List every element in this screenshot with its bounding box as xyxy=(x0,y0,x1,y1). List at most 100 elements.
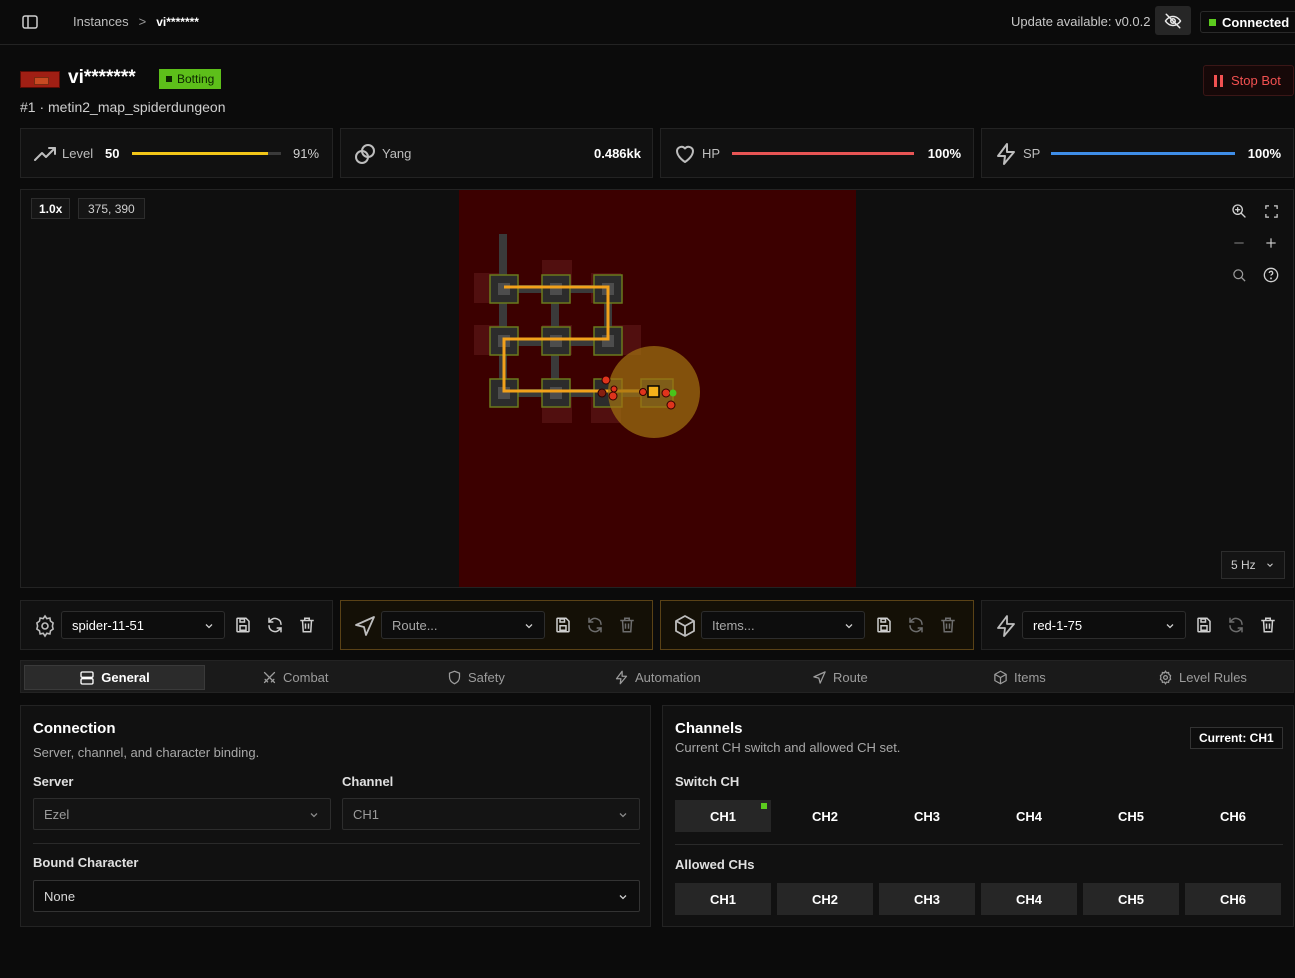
allowed-ch6-toggle[interactable]: CH6 xyxy=(1185,883,1281,915)
items-profile-bar: Items... xyxy=(660,600,974,650)
divider xyxy=(675,844,1283,845)
breadcrumb-separator: > xyxy=(138,14,147,29)
tab-general-label: General xyxy=(101,670,150,685)
search-icon xyxy=(1232,268,1246,282)
allowed-ch3-toggle[interactable]: CH3 xyxy=(879,883,975,915)
delete-level-rules-button[interactable] xyxy=(1259,616,1277,634)
instance-map-subtitle: #1 · metin2_map_spiderdungeon xyxy=(20,99,226,115)
level-rules-profile-value: red-1-75 xyxy=(1033,617,1083,633)
navigation-arrow-icon xyxy=(353,614,377,638)
switch-ch5-button[interactable]: CH5 xyxy=(1083,800,1179,832)
update-rate-select[interactable]: 5 Hz xyxy=(1221,551,1285,579)
save-route-button[interactable] xyxy=(554,616,572,634)
route-profile-bar: Route... xyxy=(340,600,653,650)
delete-items-button[interactable] xyxy=(939,616,957,634)
allowed-ch5-label: CH5 xyxy=(1117,891,1144,907)
trending-up-icon xyxy=(33,142,57,166)
breadcrumb: Instances > vi******* xyxy=(73,14,199,29)
save-level-rules-button[interactable] xyxy=(1195,616,1213,634)
server-select[interactable]: Ezel xyxy=(33,798,331,830)
channel-label: Channel xyxy=(342,774,394,789)
save-profile-button[interactable] xyxy=(234,616,252,634)
hp-percent: 100% xyxy=(927,146,961,161)
hp-stat-card: HP 100% xyxy=(660,128,974,178)
allowed-ch1-toggle[interactable]: CH1 xyxy=(675,883,771,915)
minus-icon xyxy=(1234,242,1244,244)
level-progress-bar xyxy=(132,152,281,155)
current-channel-badge: Current: CH1 xyxy=(1190,727,1283,749)
map-help-button[interactable] xyxy=(1258,262,1284,288)
reload-route-button[interactable] xyxy=(586,616,604,634)
save-icon xyxy=(236,617,250,633)
map-search-button[interactable] xyxy=(1226,262,1252,288)
level-percent: 91% xyxy=(293,146,320,161)
channels-title: Channels xyxy=(675,720,743,737)
update-available-link[interactable]: Update available: v0.0.2 xyxy=(1011,14,1150,29)
allowed-ch2-label: CH2 xyxy=(811,891,838,907)
zoom-out-button[interactable] xyxy=(1226,230,1252,256)
plus-icon xyxy=(1266,238,1276,248)
allowed-chs-label: Allowed CHs xyxy=(675,857,755,872)
swords-icon xyxy=(263,671,276,684)
route-profile-placeholder: Route... xyxy=(392,617,438,633)
tab-combat[interactable]: Combat xyxy=(262,665,329,690)
settings-profile-select[interactable]: spider-11-51 xyxy=(61,611,225,639)
connection-status-label: Connected xyxy=(1222,14,1290,30)
settings-profile-bar: spider-11-51 xyxy=(20,600,333,650)
switch-ch2-button[interactable]: CH2 xyxy=(777,800,873,832)
zoom-in-button[interactable] xyxy=(1226,198,1252,224)
tab-safety[interactable]: Safety xyxy=(447,665,505,690)
refresh-icon xyxy=(268,617,282,633)
tab-general[interactable]: General xyxy=(24,665,205,690)
switch-ch4-button[interactable]: CH4 xyxy=(981,800,1077,832)
sp-stat-card: SP 100% xyxy=(981,128,1294,178)
minimap-canvas[interactable]: 1.0x 375, 390 5 Hz xyxy=(20,189,1294,588)
reload-level-rules-button[interactable] xyxy=(1227,616,1245,634)
save-items-button[interactable] xyxy=(875,616,893,634)
coins-icon xyxy=(353,142,377,166)
tab-route[interactable]: Route xyxy=(812,665,868,690)
connection-card: Connection Server, channel, and characte… xyxy=(20,705,651,927)
tab-route-label: Route xyxy=(833,670,868,685)
breadcrumb-instances-link[interactable]: Instances xyxy=(73,14,129,29)
items-profile-placeholder: Items... xyxy=(712,617,755,633)
level-rules-profile-select[interactable]: red-1-75 xyxy=(1022,611,1186,639)
delete-route-button[interactable] xyxy=(618,616,636,634)
chevron-down-icon xyxy=(617,891,629,903)
switch-ch1-button[interactable]: CH1 xyxy=(675,800,771,832)
tab-level-rules[interactable]: Level Rules xyxy=(1158,665,1247,690)
help-icon xyxy=(1263,267,1279,283)
bound-character-label: Bound Character xyxy=(33,855,139,870)
chevron-down-icon xyxy=(203,620,215,632)
hp-progress-bar xyxy=(732,152,914,155)
sp-progress-bar xyxy=(1051,152,1235,155)
switch-ch3-button[interactable]: CH3 xyxy=(879,800,975,832)
allowed-ch1-label: CH1 xyxy=(709,891,736,907)
reload-profile-button[interactable] xyxy=(266,616,284,634)
allowed-ch4-label: CH4 xyxy=(1015,891,1042,907)
lightning-icon xyxy=(615,670,628,685)
items-profile-select[interactable]: Items... xyxy=(701,611,865,639)
level-rules-profile-bar: red-1-75 xyxy=(981,600,1294,650)
allowed-ch5-toggle[interactable]: CH5 xyxy=(1083,883,1179,915)
channel-select[interactable]: CH1 xyxy=(342,798,640,830)
route-profile-select[interactable]: Route... xyxy=(381,611,545,639)
server-icon xyxy=(80,670,94,685)
allowed-ch2-toggle[interactable]: CH2 xyxy=(777,883,873,915)
chevron-down-icon xyxy=(617,809,629,821)
hide-visibility-button[interactable] xyxy=(1155,6,1191,35)
status-dot xyxy=(1209,18,1216,26)
fullscreen-button[interactable] xyxy=(1258,198,1284,224)
tab-items[interactable]: Items xyxy=(993,665,1046,690)
tab-automation[interactable]: Automation xyxy=(614,665,701,690)
allowed-ch4-toggle[interactable]: CH4 xyxy=(981,883,1077,915)
delete-profile-button[interactable] xyxy=(298,616,316,634)
switch-ch6-button[interactable]: CH6 xyxy=(1185,800,1281,832)
add-marker-button[interactable] xyxy=(1258,230,1284,256)
kingdom-flag-icon xyxy=(20,71,60,88)
stop-bot-button[interactable]: Stop Bot xyxy=(1203,65,1294,96)
sidebar-toggle-icon[interactable] xyxy=(20,12,40,32)
reload-items-button[interactable] xyxy=(907,616,925,634)
bound-character-select[interactable]: None xyxy=(33,880,640,912)
switch-ch4-label: CH4 xyxy=(1015,808,1042,824)
